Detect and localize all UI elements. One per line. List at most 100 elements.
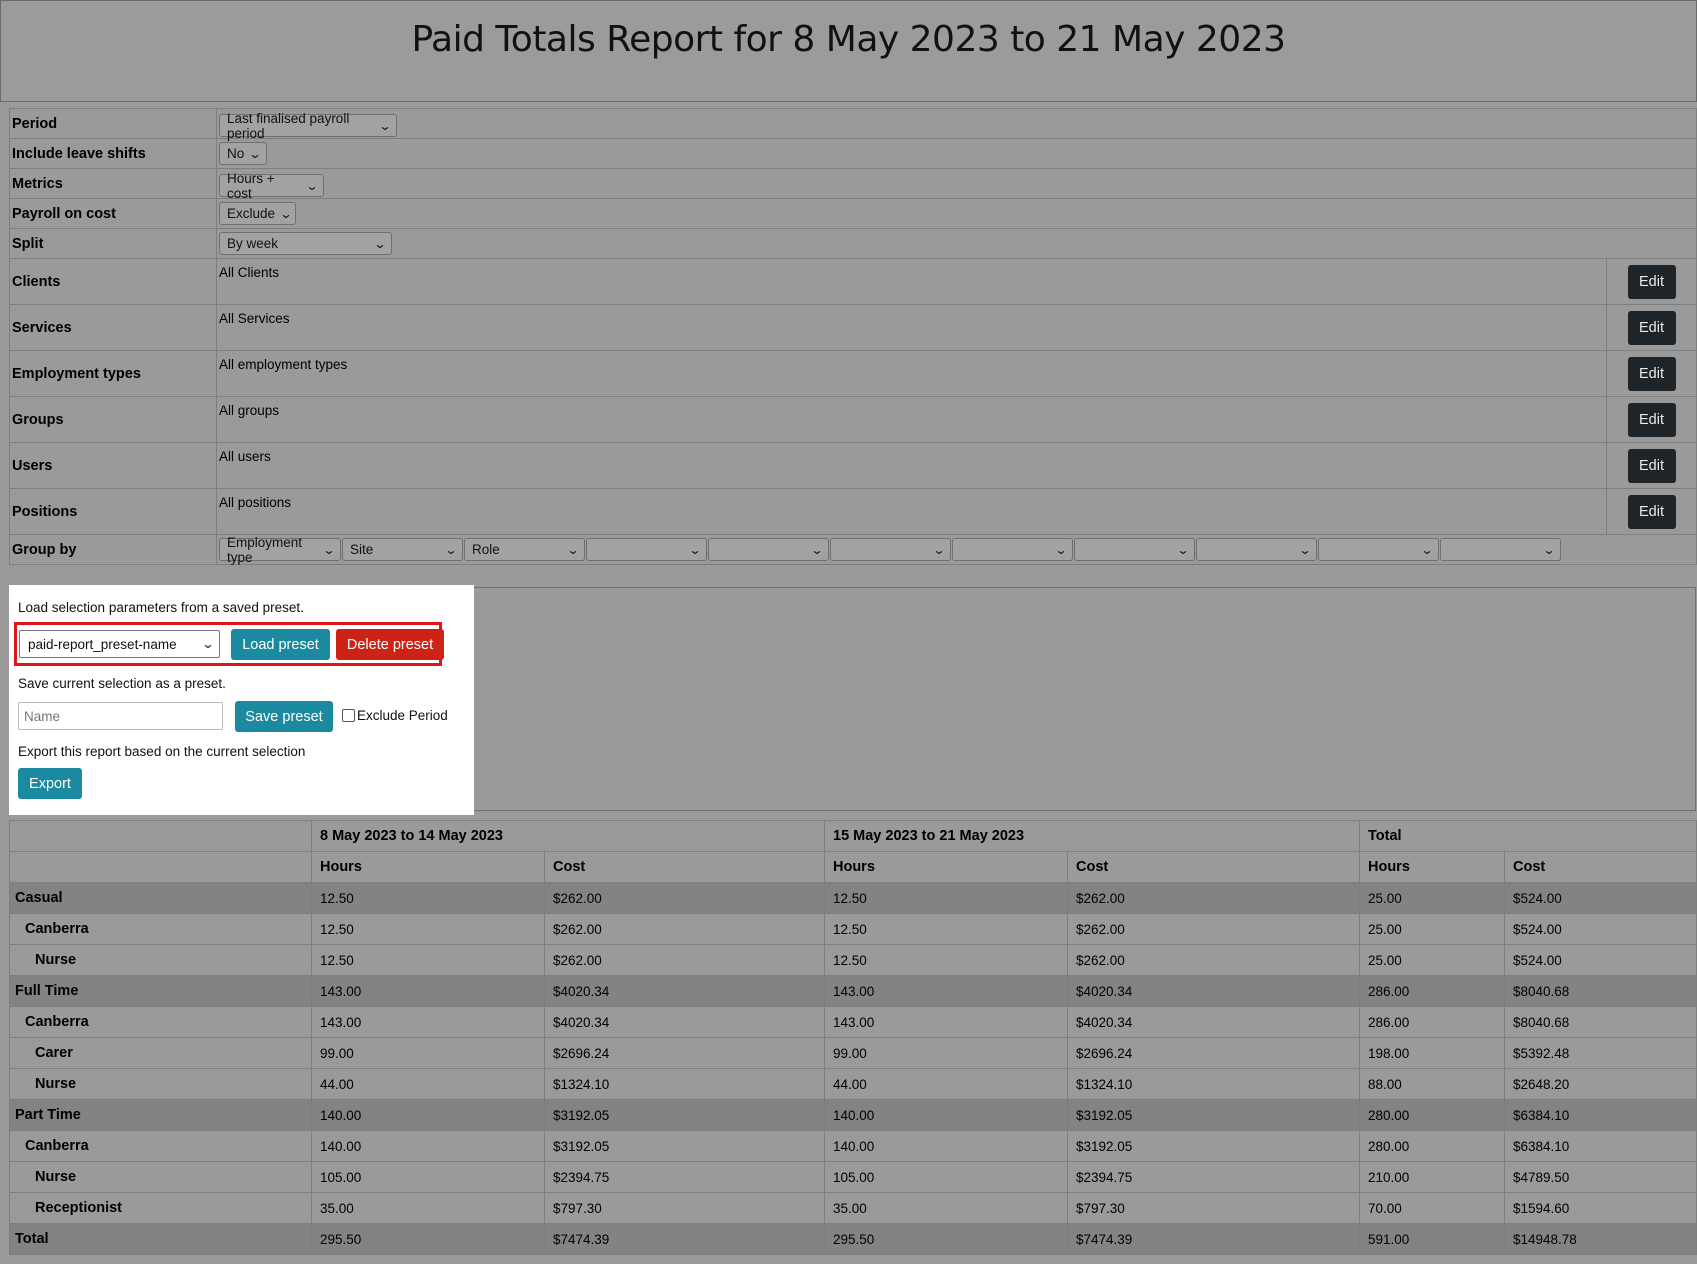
cost-cell: $4020.34: [1067, 975, 1360, 1007]
edit-employment-types-button[interactable]: Edit: [1627, 356, 1676, 391]
hours-cell: 280.00: [1359, 1099, 1505, 1131]
chevron-down-icon: ⌄: [1298, 542, 1312, 557]
split-select[interactable]: By week ⌄: [219, 232, 392, 255]
chevron-down-icon: ⌄: [378, 118, 392, 133]
chevron-down-icon: ⌄: [305, 178, 319, 193]
group-by-select[interactable]: ⌄: [586, 538, 707, 561]
row-label: Full Time: [9, 975, 312, 1007]
export-text: Export this report based on the current …: [18, 744, 306, 759]
hours-cell: 44.00: [311, 1068, 545, 1100]
edit-positions-button[interactable]: Edit: [1627, 494, 1676, 529]
group-by-select[interactable]: ⌄: [708, 538, 829, 561]
select-value: No: [227, 146, 245, 161]
period-header: Total: [1359, 820, 1697, 852]
cost-cell: $797.30: [544, 1192, 825, 1224]
row-label: Carer: [9, 1037, 312, 1069]
preset-name-input[interactable]: [18, 702, 223, 730]
cost-cell: $2394.75: [1067, 1161, 1360, 1193]
cost-cell: $14948.78: [1504, 1223, 1697, 1255]
param-row-groups: Groups All groups Edit: [9, 396, 1697, 443]
group-by-select[interactable]: ⌄: [830, 538, 951, 561]
include-leave-select[interactable]: No ⌄: [219, 142, 267, 165]
chevron-down-icon: ⌄: [688, 542, 702, 557]
preset-select[interactable]: paid-report_preset-name ⌄: [19, 630, 220, 658]
select-value: Last finalised payroll period: [227, 110, 350, 141]
load-preset-button[interactable]: Load preset: [231, 629, 330, 660]
hours-cell: 286.00: [1359, 1006, 1505, 1038]
hours-cell: 143.00: [824, 975, 1068, 1007]
cost-cell: $6384.10: [1504, 1099, 1697, 1131]
chevron-down-icon: ⌄: [810, 542, 824, 557]
table-row: Canberra 140.00 $3192.05 140.00 $3192.05 280.…: [9, 1130, 1697, 1162]
hours-header: Hours: [824, 851, 1068, 883]
hours-cell: 12.50: [311, 882, 545, 914]
param-label: Payroll on cost: [9, 198, 217, 229]
empty-header: [9, 820, 312, 852]
chevron-down-icon: ⌄: [322, 542, 336, 557]
row-label: Nurse: [9, 1161, 312, 1193]
edit-users-button[interactable]: Edit: [1627, 448, 1676, 483]
group-by-select[interactable]: ⌄: [1196, 538, 1317, 561]
param-row-payroll-on-cost: Payroll on cost Exclude ⌄: [9, 198, 1697, 229]
hours-cell: 35.00: [311, 1192, 545, 1224]
exclude-period-checkbox[interactable]: [342, 709, 355, 722]
cost-cell: $2394.75: [544, 1161, 825, 1193]
group-by-select[interactable]: Role ⌄: [464, 538, 585, 561]
table-row: Nurse 12.50 $262.00 12.50 $262.00 25.00 $524.0…: [9, 944, 1697, 976]
hours-cell: 198.00: [1359, 1037, 1505, 1069]
group-by-select[interactable]: ⌄: [1074, 538, 1195, 561]
hours-cell: 140.00: [824, 1130, 1068, 1162]
edit-services-button[interactable]: Edit: [1627, 310, 1676, 345]
table-row: Carer 99.00 $2696.24 99.00 $2696.24 198.00 $53…: [9, 1037, 1697, 1069]
param-label: Positions: [9, 488, 217, 535]
table-row: Total 295.50 $7474.39 295.50 $7474.39 591.00 $…: [9, 1223, 1697, 1255]
row-label: Canberra: [9, 1130, 312, 1162]
select-value: Site: [350, 542, 374, 557]
cost-cell: $2696.24: [1067, 1037, 1360, 1069]
cost-cell: $262.00: [544, 944, 825, 976]
hours-cell: 12.50: [824, 913, 1068, 945]
group-by-select[interactable]: ⌄: [1440, 538, 1561, 561]
period-select[interactable]: Last finalised payroll period ⌄: [219, 111, 397, 141]
hours-cell: 140.00: [824, 1099, 1068, 1131]
save-preset-button[interactable]: Save preset: [235, 701, 333, 732]
cost-cell: $7474.39: [544, 1223, 825, 1255]
edit-clients-button[interactable]: Edit: [1627, 264, 1676, 299]
export-button[interactable]: Export: [18, 768, 82, 799]
cost-cell: $262.00: [544, 913, 825, 945]
services-value: All Services: [216, 304, 1607, 351]
metrics-select[interactable]: Hours + cost ⌄: [219, 171, 324, 201]
group-by-select[interactable]: ⌄: [1318, 538, 1439, 561]
param-row-period: Period Last finalised payroll period ⌄: [9, 108, 1697, 141]
hours-cell: 25.00: [1359, 882, 1505, 914]
cost-cell: $262.00: [1067, 913, 1360, 945]
cost-header: Cost: [1504, 851, 1697, 883]
chevron-down-icon: ⌄: [444, 542, 458, 557]
table-row: Casual 12.50 $262.00 12.50 $262.00 25.00 $524.…: [9, 882, 1697, 914]
cost-cell: $4789.50: [1504, 1161, 1697, 1193]
period-header: 8 May 2023 to 14 May 2023: [311, 820, 825, 852]
hours-cell: 143.00: [311, 1006, 545, 1038]
payroll-on-cost-select[interactable]: Exclude ⌄: [219, 202, 296, 225]
group-by-select[interactable]: Employment type ⌄: [219, 535, 341, 565]
select-value: Hours + cost: [227, 170, 275, 201]
row-label: Part Time: [9, 1099, 312, 1131]
hours-cell: 286.00: [1359, 975, 1505, 1007]
table-row: Full Time 143.00 $4020.34 143.00 $4020.34 286…: [9, 975, 1697, 1007]
preset-panel: Load selection parameters from a saved p…: [9, 585, 474, 815]
row-label: Canberra: [9, 913, 312, 945]
row-label: Total: [9, 1223, 312, 1255]
edit-groups-button[interactable]: Edit: [1627, 402, 1676, 437]
cost-cell: $262.00: [544, 882, 825, 914]
chevron-down-icon: ⌄: [248, 146, 262, 161]
report-parameters: Period Last finalised payroll period ⌄ In…: [9, 108, 1697, 565]
delete-preset-button[interactable]: Delete preset: [336, 629, 444, 660]
hours-cell: 35.00: [824, 1192, 1068, 1224]
hours-cell: 295.50: [824, 1223, 1068, 1255]
param-row-metrics: Metrics Hours + cost ⌄: [9, 168, 1697, 201]
group-by-select[interactable]: Site ⌄: [342, 538, 463, 561]
cost-cell: $524.00: [1504, 882, 1697, 914]
cost-cell: $4020.34: [544, 1006, 825, 1038]
group-by-select[interactable]: ⌄: [952, 538, 1073, 561]
param-label: Users: [9, 442, 217, 489]
